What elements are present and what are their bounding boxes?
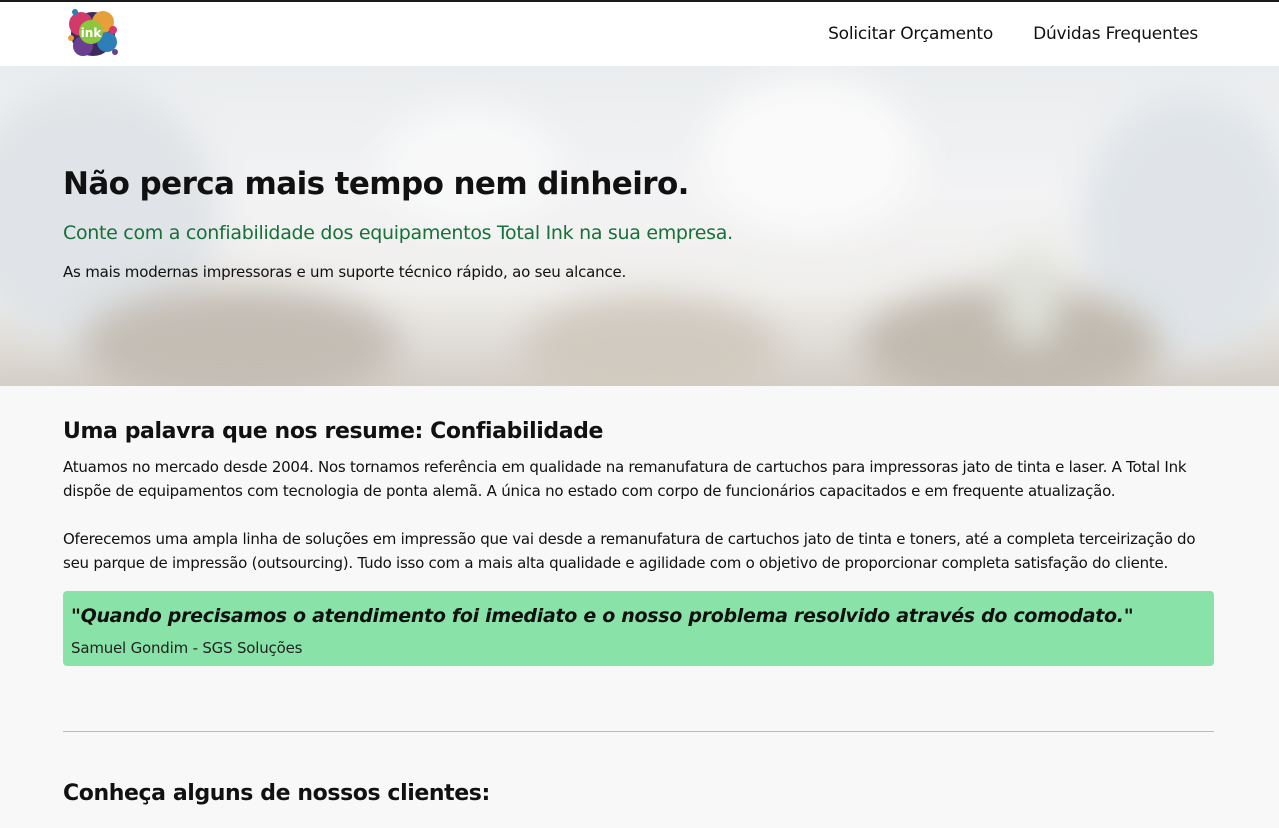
main-nav: Solicitar Orçamento Dúvidas Frequentes (828, 2, 1198, 66)
about-paragraph-2: Oferecemos uma ampla linha de soluções e… (63, 530, 1196, 572)
hero-title: Não perca mais tempo nem dinheiro. (63, 166, 689, 202)
testimonial-box: "Quando precisamos o atendimento foi ime… (63, 591, 1214, 666)
clients-title: Conheça alguns de nossos clientes: (63, 781, 490, 806)
testimonial-author: Samuel Gondim - SGS Soluções (71, 639, 303, 657)
nav-duvidas-frequentes[interactable]: Dúvidas Frequentes (1033, 24, 1198, 44)
hero-subtitle: Conte com a confiabilidade dos equipamen… (63, 222, 733, 244)
navbar: ink Solicitar Orçamento Dúvidas Frequent… (0, 2, 1279, 66)
ink-splash-logo-icon: ink (68, 9, 118, 56)
logo-text: ink (81, 26, 103, 40)
hero-banner: Não perca mais tempo nem dinheiro. Conte… (0, 66, 1279, 386)
brand-logo[interactable]: ink (63, 2, 125, 64)
section-divider (63, 731, 1214, 732)
testimonial-quote: "Quando precisamos o atendimento foi ime… (71, 605, 1134, 627)
about-title: Uma palavra que nos resume: Confiabilida… (63, 419, 604, 444)
about-paragraph-1: Atuamos no mercado desde 2004. Nos torna… (63, 458, 1187, 500)
hero-text: As mais modernas impressoras e um suport… (63, 263, 627, 281)
nav-solicitar-orcamento[interactable]: Solicitar Orçamento (828, 24, 993, 44)
